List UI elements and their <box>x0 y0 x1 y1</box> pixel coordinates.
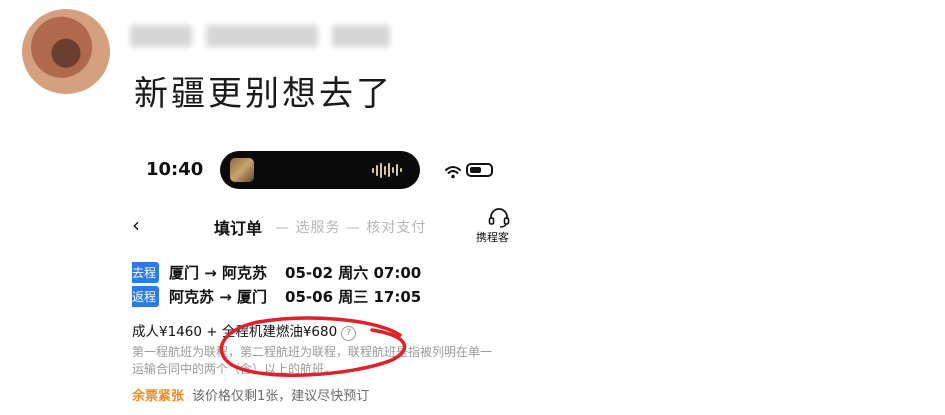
wifi-icon <box>445 166 461 179</box>
audio-waveform-icon <box>372 162 402 178</box>
customer-service-label[interactable]: 携程客 <box>476 229 509 245</box>
help-icon[interactable]: ? <box>341 326 357 341</box>
post-text: 新疆更别想去了 <box>134 74 393 114</box>
alert-text: 该价格仅剩1张，建议尽快预订 <box>192 389 370 404</box>
battery-icon <box>466 163 493 177</box>
now-playing-thumbnail-icon <box>230 158 254 182</box>
trip-tag: 去程 <box>132 261 160 283</box>
trip-row-outbound[interactable]: 去程 厦门 → 阿克苏 05-02 周六 07:00 <box>132 261 421 283</box>
connection-note-line-1: 第一程航班为联程，第二程航班为联程，联程航班是指被列明在单一 <box>132 345 493 359</box>
connection-note-line-2: 运输合同中的两个（含）以上的航班。 <box>132 362 337 376</box>
trip-tag: 返程 <box>132 285 160 307</box>
trip-route: 阿克苏 → 厦门 <box>169 287 268 306</box>
trip-time: 05-06 周三 17:05 <box>285 287 422 306</box>
status-time: 10:40 <box>146 159 204 180</box>
low-stock-alert: 余票紧张 该价格仅剩1张，建议尽快预订 <box>132 385 369 404</box>
user-avatar[interactable] <box>22 9 110 94</box>
username-blurred[interactable] <box>130 22 390 50</box>
steps-remaining: — 选服务 — 核对支付 <box>275 220 427 236</box>
trip-route: 厦门 → 阿克苏 <box>169 263 268 282</box>
price-text: 成人¥1460 + 全程机建燃油¥680 <box>132 324 338 340</box>
customer-service-headset-icon[interactable] <box>487 207 511 229</box>
chevron-left-icon[interactable]: ‹ <box>132 213 140 237</box>
price-summary: 成人¥1460 + 全程机建燃油¥680? <box>132 320 357 341</box>
trip-row-return[interactable]: 返程 阿克苏 → 厦门 05-06 周三 17:05 <box>132 285 421 307</box>
trip-time: 05-02 周六 07:00 <box>285 263 422 282</box>
step-fill-order: 填订单 <box>214 219 263 238</box>
embedded-phone-screenshot[interactable]: 10:40 ‹ 填订单 — 选服务 — 核对支付 携程客 去程 厦门 → 阿克苏… <box>132 145 517 415</box>
dynamic-island <box>220 151 420 189</box>
alert-tag: 余票紧张 <box>132 389 185 404</box>
